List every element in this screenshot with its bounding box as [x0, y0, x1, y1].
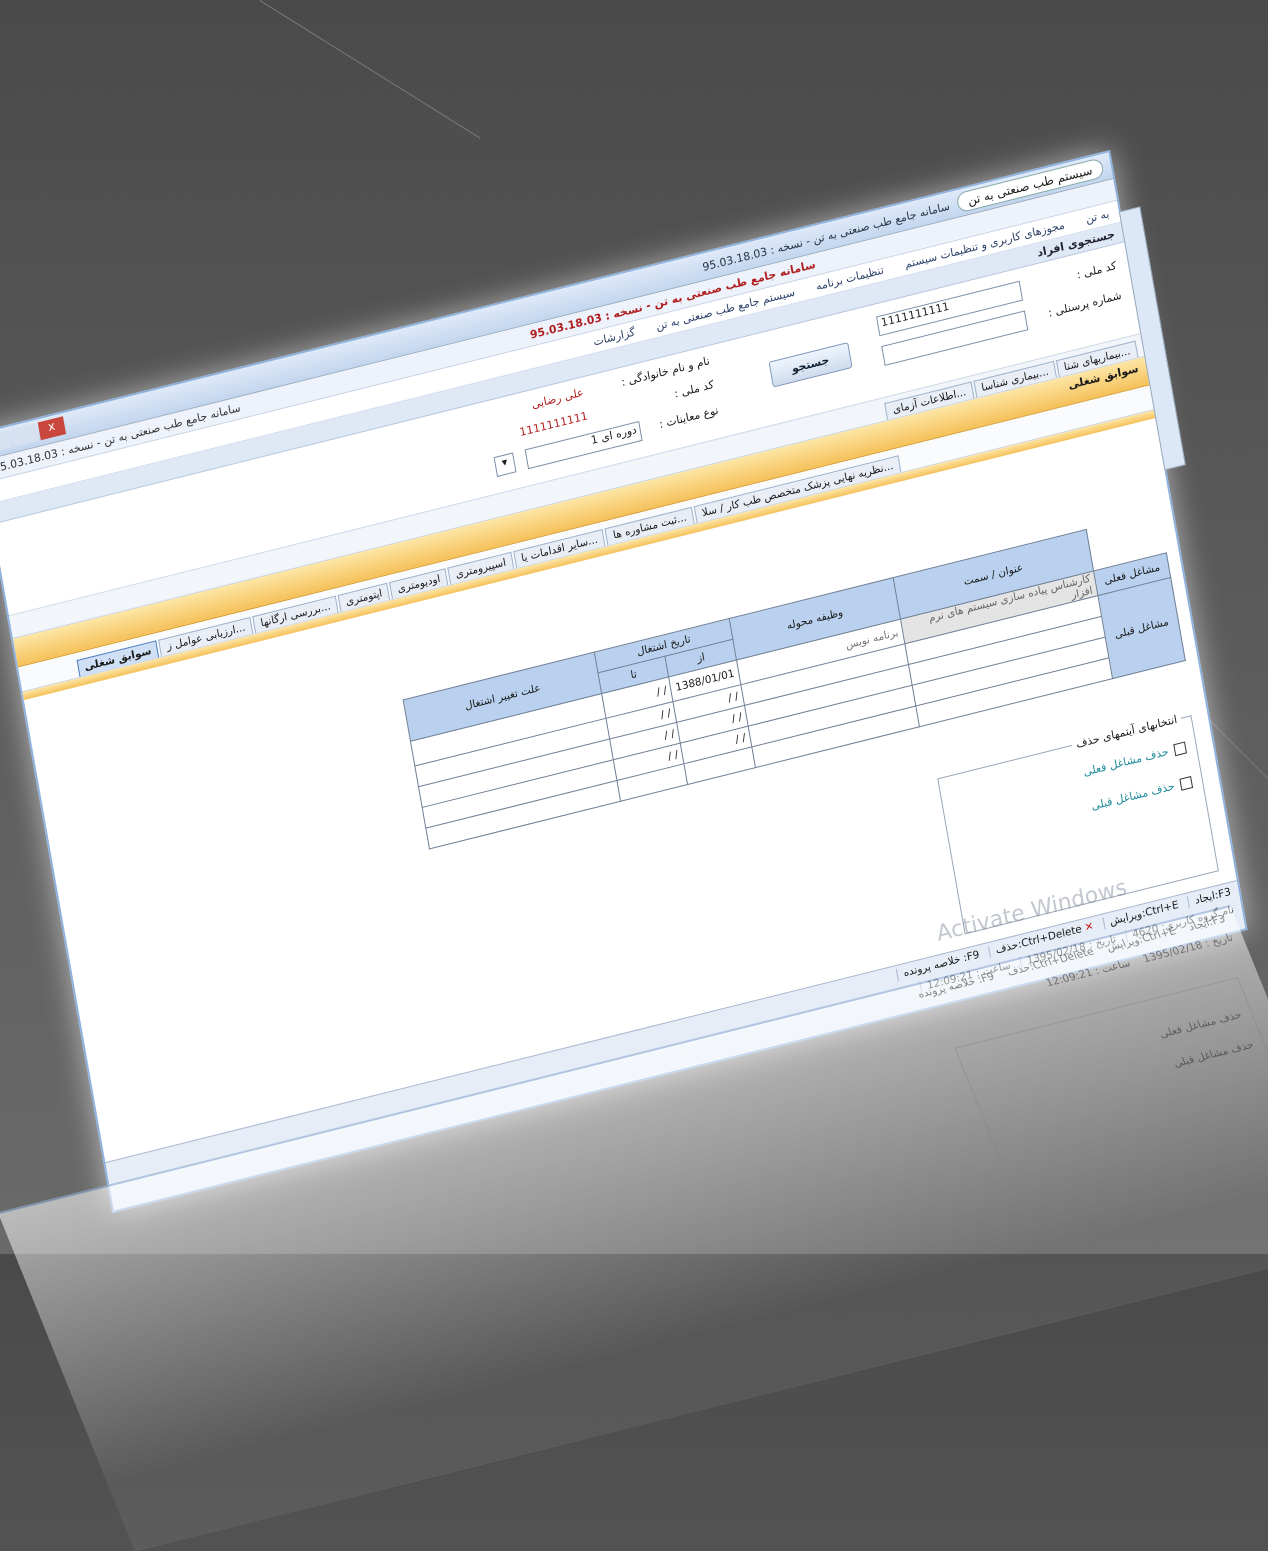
checkbox-icon[interactable] [1173, 740, 1187, 756]
name-value: علی رضایی [530, 385, 585, 412]
delete-icon: ✕ [1083, 920, 1095, 935]
checkbox-icon[interactable] [1179, 775, 1194, 791]
code-label: کد ملی : [673, 377, 715, 401]
delete-previous-label: حذف مشاغل قبلی [1090, 779, 1176, 813]
menu-item-bahtan[interactable]: به تن [1085, 207, 1110, 226]
national-code-label: کد ملی : [1075, 259, 1118, 282]
row-previous-label: مشاغل قبلی [1097, 577, 1186, 679]
delete-current-label: حذف مشاغل فعلی [1082, 744, 1170, 779]
maximize-icon[interactable] [10, 422, 39, 448]
exam-type-label: نوع معاینات : [658, 403, 720, 432]
search-button[interactable]: جستجو [768, 342, 853, 388]
delete-current-option[interactable]: حذف مشاغل فعلی [952, 740, 1187, 811]
reflection-fieldset: حذف مشاغل فعلی حذف مشاغل قبلی [954, 977, 1268, 1228]
close-icon[interactable]: x [37, 416, 67, 441]
minimize-icon[interactable] [0, 429, 12, 454]
chevron-down-icon[interactable]: ▾ [493, 452, 517, 477]
personnel-label: شماره پرسنلی : [1047, 288, 1123, 320]
code-value: 1111111111 [518, 409, 589, 440]
delete-previous-option[interactable]: حذف مشاغل قبلی [958, 775, 1194, 846]
